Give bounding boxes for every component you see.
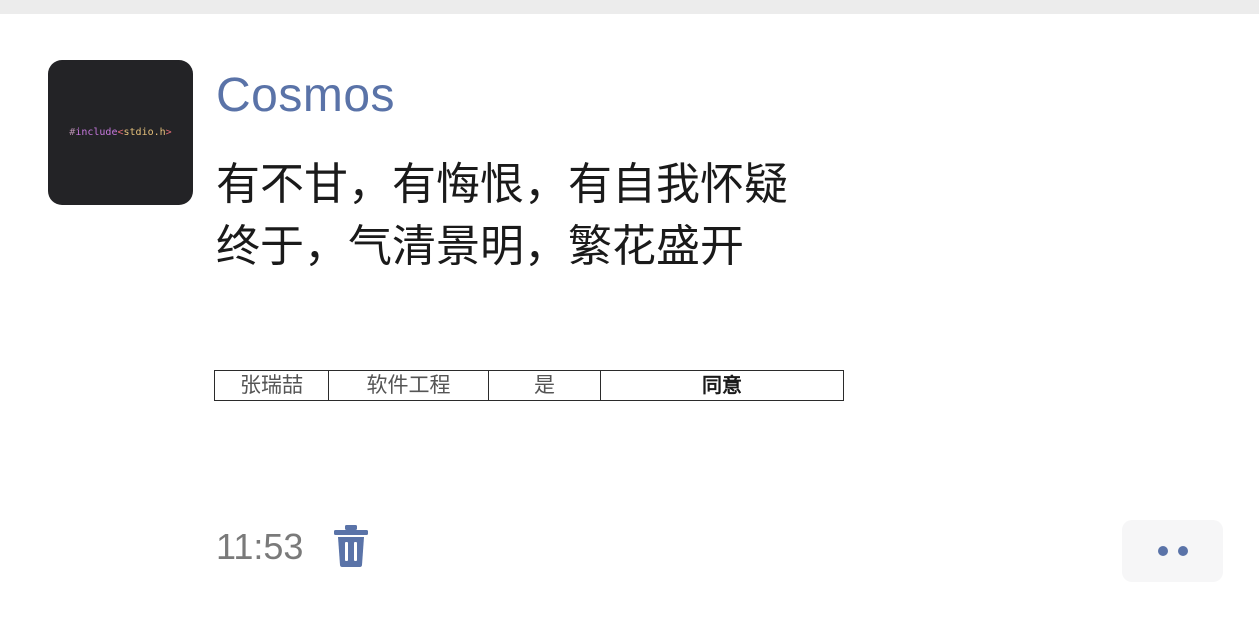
table-cell: 同意 [600, 370, 844, 401]
avatar-code-text: #include<stdio.h> [69, 127, 172, 138]
trash-icon[interactable] [333, 524, 369, 568]
table-cell: 软件工程 [328, 370, 489, 401]
avatar[interactable]: #include<stdio.h> [48, 60, 193, 205]
more-dots-icon [1157, 546, 1168, 556]
top-strip [0, 0, 1259, 14]
table-cell: 是 [488, 370, 601, 401]
post-line: 终于，气清景明，繁花盛开 [216, 221, 744, 272]
table-row: 张瑞喆 软件工程 是 同意 [214, 370, 844, 401]
more-button[interactable] [1122, 520, 1223, 582]
post-content: 有不甘，有悔恨，有自我怀疑 终于，气清景明，繁花盛开 [216, 154, 1116, 278]
attached-table-image[interactable]: 张瑞喆 软件工程 是 同意 [214, 370, 844, 401]
more-dots-icon [1177, 546, 1188, 556]
post-time: 11:53 [216, 526, 304, 567]
post-line: 有不甘，有悔恨，有自我怀疑 [216, 159, 788, 210]
table-cell: 张瑞喆 [214, 370, 329, 401]
username[interactable]: Cosmos [216, 68, 395, 124]
